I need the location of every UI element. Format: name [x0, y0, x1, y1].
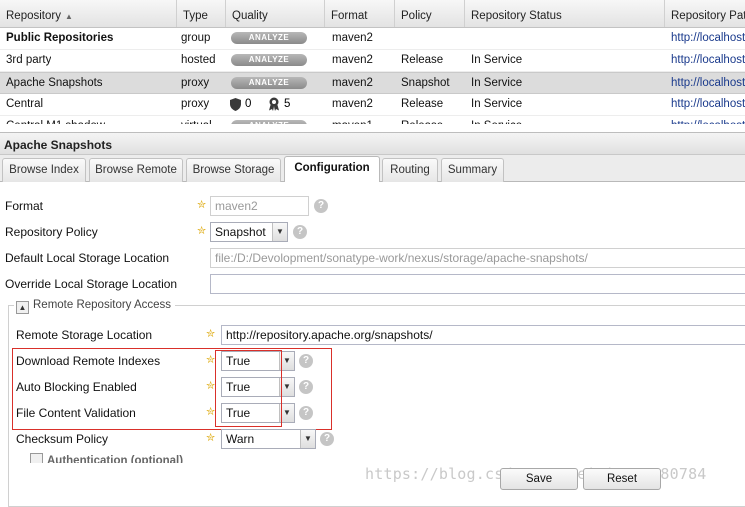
table-row[interactable]: Public Repositories group ANALYZE maven2… [0, 28, 745, 50]
repository-name: Central [6, 98, 44, 110]
tab-browse-index[interactable]: Browse Index [2, 158, 86, 182]
sort-ascending-icon: ▲ [64, 12, 73, 21]
repository-status: In Service [471, 98, 523, 110]
repository-format: maven1 [326, 116, 373, 124]
repository-status: In Service [465, 116, 522, 124]
repository-name: Central M1 shadow [0, 116, 105, 124]
remote-storage-input[interactable]: http://repository.apache.org/snapshots/ [221, 325, 745, 345]
collapse-icon[interactable]: ▲ [16, 301, 29, 314]
analyze-button[interactable]: ANALYZE [231, 32, 307, 44]
column-header-type[interactable]: Type [177, 0, 226, 27]
save-button[interactable]: Save [500, 468, 578, 490]
repository-path-link[interactable]: http://localhost:8 [665, 94, 745, 115]
help-icon[interactable]: ? [320, 432, 334, 446]
help-icon[interactable]: ? [293, 225, 307, 239]
column-header-repository[interactable]: Repository ▲ [0, 0, 177, 27]
tab-routing[interactable]: Routing [382, 158, 438, 182]
table-row[interactable]: Central M1 shadow virtual ANALYZE maven1… [0, 116, 745, 124]
highlight-box-inner [215, 350, 282, 427]
repository-policy-select[interactable]: Snapshot ▼ [210, 222, 288, 242]
analyze-button[interactable]: ANALYZE [231, 77, 307, 89]
tab-configuration[interactable]: Configuration [284, 156, 380, 183]
help-icon[interactable]: ? [314, 199, 328, 213]
repository-format: maven2 [332, 32, 373, 44]
repository-grid: Repository ▲ Type Quality Format Policy R… [0, 0, 745, 124]
table-row[interactable]: Central proxy 0 5 maven2 Release In Serv… [0, 94, 745, 116]
required-star-icon: ✮ [206, 328, 216, 340]
chevron-down-icon[interactable]: ▼ [272, 223, 287, 241]
chevron-down-icon[interactable]: ▼ [300, 430, 315, 448]
column-header-quality[interactable]: Quality [226, 0, 325, 27]
repository-type: proxy [181, 98, 210, 110]
repository-type: proxy [181, 77, 210, 89]
table-row[interactable]: 3rd party hosted ANALYZE maven2 Release … [0, 50, 745, 72]
override-local-storage-input[interactable] [210, 274, 745, 294]
repository-policy: Release [401, 54, 444, 66]
repository-name: Apache Snapshots [6, 77, 103, 89]
column-header-policy[interactable]: Policy [395, 0, 465, 27]
security-shield-icon[interactable] [230, 98, 241, 111]
repository-status: In Service [471, 77, 523, 89]
override-local-storage-label: Override Local Storage Location [5, 277, 178, 291]
repository-name: 3rd party [6, 54, 52, 66]
configuration-form: Format ✮ maven2 ? Repository Policy ✮ Sn… [0, 182, 745, 507]
required-star-icon: ✮ [206, 432, 216, 444]
repository-status: In Service [471, 54, 523, 66]
security-issue-count: 0 [245, 98, 252, 110]
repository-policy: Release [401, 98, 444, 110]
column-header-repository-path[interactable]: Repository Path [665, 0, 745, 27]
repository-path-link[interactable]: http://localhost:8 [665, 28, 745, 49]
default-local-storage-field: file:/D:/Devolopment/sonatype-work/nexus… [210, 248, 745, 268]
repository-type: hosted [181, 54, 216, 66]
repository-name: Public Repositories [6, 32, 114, 44]
repository-status [465, 28, 471, 49]
repository-format: maven2 [332, 54, 373, 66]
column-header-format[interactable]: Format [325, 0, 395, 27]
repository-policy: Snapshot [401, 77, 450, 89]
repository-policy: Release [395, 116, 443, 124]
checksum-policy-label: Checksum Policy [16, 432, 109, 446]
analyze-button[interactable]: ANALYZE [231, 120, 307, 124]
repository-format: maven2 [332, 77, 373, 89]
license-issue-count: 5 [284, 98, 291, 110]
required-star-icon: ✮ [197, 199, 207, 211]
repository-path-link[interactable]: http://localhost:8 [665, 73, 745, 94]
tab-browse-storage[interactable]: Browse Storage [186, 158, 281, 182]
panel-title: Apache Snapshots [0, 132, 745, 155]
required-star-icon: ✮ [197, 225, 207, 237]
default-local-storage-label: Default Local Storage Location [5, 251, 170, 265]
column-header-repository-status[interactable]: Repository Status [465, 0, 665, 27]
repository-format: maven2 [332, 98, 373, 110]
grid-header: Repository ▲ Type Quality Format Policy R… [0, 0, 745, 28]
tab-browse-remote[interactable]: Browse Remote [89, 158, 183, 182]
repository-path-link[interactable]: http://localhost:8 [665, 116, 745, 124]
repository-policy-label: Repository Policy [5, 225, 98, 239]
authentication-legend[interactable]: Authentication (optional) [30, 453, 183, 463]
license-badge-icon[interactable] [268, 97, 280, 111]
format-label: Format [5, 199, 44, 213]
tab-summary[interactable]: Summary [441, 158, 504, 182]
tab-bar: Browse Index Browse Remote Browse Storag… [0, 155, 745, 183]
checksum-policy-select[interactable]: Warn ▼ [221, 429, 316, 449]
remote-access-legend[interactable]: ▲ Remote Repository Access [14, 298, 176, 314]
repository-type: group [181, 32, 211, 44]
format-field: maven2 [210, 196, 309, 216]
repository-path-link[interactable]: http://localhost:8 [665, 50, 745, 71]
reset-button[interactable]: Reset [583, 468, 661, 490]
repository-type: virtual [175, 116, 212, 124]
expand-icon[interactable] [30, 453, 43, 463]
table-row-selected[interactable]: Apache Snapshots proxy ANALYZE maven2 Sn… [0, 72, 745, 94]
highlight-box [12, 348, 332, 430]
analyze-button[interactable]: ANALYZE [231, 54, 307, 66]
remote-storage-label: Remote Storage Location [16, 328, 153, 342]
repository-policy [395, 28, 401, 49]
